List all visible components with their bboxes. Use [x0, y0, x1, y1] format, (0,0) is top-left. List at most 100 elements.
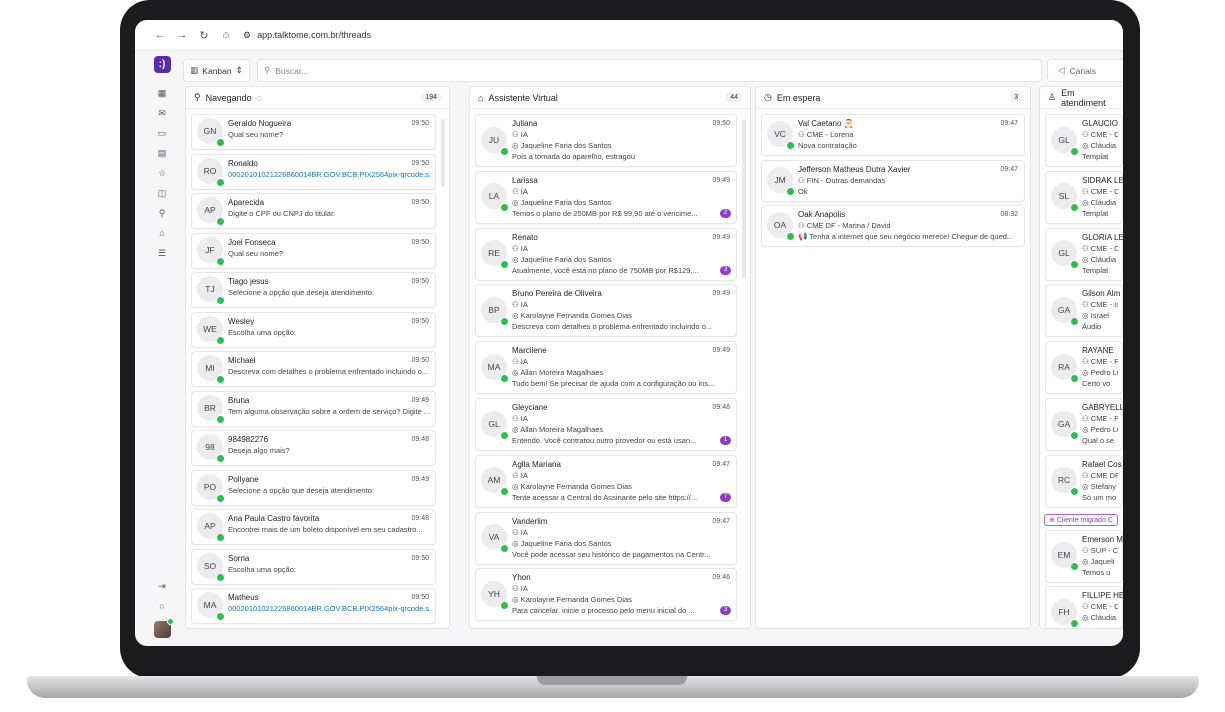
assignment-info: ⚇ IA — [512, 357, 528, 367]
contact-name: Gilson Alm — [1082, 289, 1121, 299]
thread-card[interactable]: FH FILLIPE HE ⚇ CME - C ◎ Cláudia — [1045, 586, 1123, 628]
address-bar[interactable]: ⚙ app.talktome.com.br/threads — [243, 30, 371, 41]
column-header: ⌂ Assistente Virtual 44 — [470, 87, 750, 109]
thread-card[interactable]: WE Wesley 09:50 Escolha uma opção: — [191, 311, 436, 348]
home-icon[interactable]: ⌂ — [215, 29, 237, 41]
assignment-info: ◎ Pedro Lu — [1082, 425, 1118, 434]
thread-card[interactable]: BP Bruno Pereira de Oliveira 09:49 ⚇ IA ◎ Ka… — [475, 284, 737, 338]
thread-card[interactable]: VC Val Caetano 🎅 09:47 ⚇ CME - Lorena Nova c… — [761, 114, 1025, 156]
scrollbar[interactable] — [742, 119, 746, 279]
assignment-info: ⚇ FIN - Outras demandas — [798, 175, 886, 185]
client-tag-badge[interactable]: ⊕ Cliente migrado C — [1044, 514, 1118, 526]
contact-name: Ana Paula Castro favorita — [228, 514, 320, 523]
thread-card[interactable]: GA Gilson Alm ⚇ CME - Is ◎ Israel Áudio — [1045, 284, 1123, 338]
site-settings-icon[interactable]: ⚙ — [243, 30, 251, 41]
thread-card[interactable]: JF Joel Fonseca 09:50 Qual seu nome? — [191, 232, 436, 269]
message-time: 09:49 — [712, 290, 730, 298]
assignment-info: ◎ Jaqueli — [1082, 556, 1115, 566]
star-icon[interactable]: ☆ — [158, 163, 166, 183]
thread-card[interactable]: VA Vanderlim 09:47 ⚇ IA ◎ Jaqueline Faria do… — [475, 511, 737, 565]
contact-name: SIDRAK LEI — [1082, 175, 1123, 185]
thread-card[interactable]: PO Pollyane 09:49 Selecione a opção que des… — [191, 469, 436, 506]
thread-card[interactable]: MA Marcilene 09:49 ⚇ IA ◎ Allan Moreira Maga… — [475, 341, 737, 395]
whatsapp-icon — [500, 544, 509, 554]
thread-card[interactable]: SO Sorria 09:50 Escolha uma opção: — [191, 548, 436, 585]
thread-card[interactable]: GA GABRYELL ⚇ CME - P ◎ Pedro Lu Qual o se — [1045, 398, 1123, 451]
contact-name: Emerson M — [1082, 534, 1123, 544]
whatsapp-icon — [216, 217, 225, 226]
thread-card[interactable]: RO Ronaldo 09:50 00020101021226860014BR.GOV… — [191, 153, 436, 190]
thread-card[interactable]: AM Aglla Mariana 09:47 ⚇ IA ◎ Karolayne Fern… — [475, 454, 737, 508]
reload-icon[interactable]: ↻ — [193, 29, 215, 42]
dashboard-icon[interactable]: ▦ — [158, 83, 167, 103]
whatsapp-icon — [500, 316, 509, 326]
chats-icon[interactable]: ✉ — [158, 103, 166, 123]
thread-card[interactable]: AP Ana Paula Castro favorita 09:48 Encontre… — [191, 509, 436, 545]
collapse-icon[interactable]: ⇥ — [158, 576, 166, 596]
search-input[interactable]: ⚲ Buscar... — [257, 59, 1042, 82]
bot-icon[interactable]: ⌂ — [159, 223, 164, 243]
forward-icon[interactable]: → — [171, 29, 193, 41]
settings-icon[interactable]: ☰ — [158, 243, 166, 263]
contacts-icon[interactable]: ◫ — [158, 183, 167, 203]
thread-card[interactable]: RC Rafael Cos ⚇ CME DF ◎ Stefany Só um mo — [1045, 454, 1123, 508]
assignment-info: ◎ Cláudia — [1082, 613, 1117, 623]
megaphone-icon: ◁ — [1058, 65, 1065, 75]
view-selector[interactable]: ▥ Kanban ⇕ — [183, 59, 250, 82]
thread-card[interactable]: EM Emerson M ⚇ SUP - C ◎ Jaqueli Temos u — [1045, 529, 1123, 583]
topbar: ▥ Kanban ⇕ ⚲ Buscar... ◁ Canais — [183, 59, 1123, 83]
thread-card[interactable]: LA Larissa 09:49 ⚇ IA ◎ Jaqueline Faria dos … — [475, 170, 737, 224]
thread-card[interactable]: SL SIDRAK LEI ⚇ CME - C ◎ Cláudia Templat — [1045, 170, 1123, 224]
thread-card[interactable]: GL GLAUCIO ⚇ CME - C ◎ Cláudia Templat — [1045, 114, 1123, 167]
message-preview: Escolha uma opção: — [228, 564, 296, 574]
channels-button[interactable]: ◁ Canais — [1047, 59, 1123, 82]
contact-name: Ronaldo — [228, 158, 258, 168]
contact-name: Geraldo Nogueira — [228, 119, 292, 128]
scrollbar[interactable] — [441, 119, 445, 187]
search-icon[interactable]: ○ — [159, 596, 164, 616]
assignment-info: ◎ Cláudia — [1082, 141, 1117, 150]
thread-card[interactable]: YH Yhon 09:46 ⚇ IA ◎ Karolayne Fernanda Gome… — [475, 568, 737, 622]
message-preview: Deseja algo mais? — [228, 446, 290, 455]
app-screen: ← → ↻ ⌂ ⚙ app.talktome.com.br/threads :)… — [135, 20, 1123, 646]
tickets-icon[interactable]: ▤ — [158, 143, 167, 163]
column-3: ♙ Em atendiment GL GLAUCIO ⚇ CME - C ◎ Cláudi… — [1039, 86, 1123, 629]
message-preview: Ok — [798, 186, 808, 196]
thread-card[interactable]: MI Michael 09:50 Descreva com detalhes o pr… — [191, 351, 436, 387]
message-time: 09:50 — [411, 238, 429, 246]
thread-card[interactable]: GL GLORIA LE/⚇ CME - C ◎ Cláudia Templat — [1045, 227, 1123, 281]
thread-card[interactable]: GL Gleyciane 09:48 ⚇ IA ◎ Allan Moreira Maga… — [475, 398, 737, 451]
contact-name: Marcilene — [512, 346, 547, 356]
flows-icon[interactable]: ⚲ — [159, 203, 166, 223]
thread-card[interactable]: GN Geraldo Nogueira 09:50 Qual seu nome? — [191, 114, 436, 150]
inbox-icon[interactable]: ▭ — [158, 123, 167, 143]
channels-label: Canais — [1069, 65, 1097, 76]
whatsapp-icon — [786, 186, 795, 196]
thread-card[interactable]: OA Oak Anapolis 08:32 ⚇ CME DF - Marina / D… — [761, 205, 1025, 247]
message-time: 09:50 — [712, 120, 730, 127]
contact-name: Gleyciane — [512, 403, 548, 412]
whatsapp-icon — [216, 256, 225, 266]
whatsapp-icon — [216, 138, 225, 147]
contact-name: Tiago jesus — [228, 277, 269, 286]
assignment-info: ◎ Israel — [1082, 311, 1109, 321]
thread-card[interactable]: BR Bruna 09:49 Tem alguma observação sobre … — [191, 390, 436, 427]
assignment-info: ◎ Jaqueline Faria dos Santos — [512, 141, 612, 150]
user-avatar[interactable] — [153, 618, 174, 638]
thread-card[interactable]: JM Jefferson Matheus Dutra Xavier 09:47 ⚇ F… — [761, 159, 1025, 202]
unread-badge: 3 — [720, 265, 731, 275]
thread-card[interactable]: AP Aparecida 09:50 Digite o CPF ou CNPJ do … — [191, 193, 436, 229]
thread-card[interactable]: TJ Tiago jesus 09:50 Selecione a opção que … — [191, 272, 436, 308]
unread-badge: 1 — [720, 436, 731, 445]
thread-card[interactable]: JU Juliana 09:50 ⚇ IA ◎ Jaqueline Faria dos … — [475, 114, 737, 167]
url-text[interactable]: app.talktome.com.br/threads — [257, 30, 371, 40]
message-preview: Pois a tomada do aparelho, estragou — [512, 152, 635, 161]
app-logo[interactable]: :) — [153, 56, 171, 73]
thread-card[interactable]: 98 984982276 09:48 Deseja algo mais? — [191, 430, 436, 466]
thread-card[interactable]: RE Renato 09:49 ⚇ IA ◎ Jaqueline Faria dos S… — [475, 227, 737, 281]
thread-card[interactable]: RA RAYANE ⚇ CME - P ◎ Pedro Lu Certo vo — [1045, 341, 1123, 395]
message-time: 09:48 — [411, 515, 429, 522]
back-icon[interactable]: ← — [149, 29, 171, 41]
whatsapp-icon — [500, 260, 509, 270]
thread-card[interactable]: MA Matheus 09:50 00020101021226860014BR.GOV… — [191, 588, 436, 624]
